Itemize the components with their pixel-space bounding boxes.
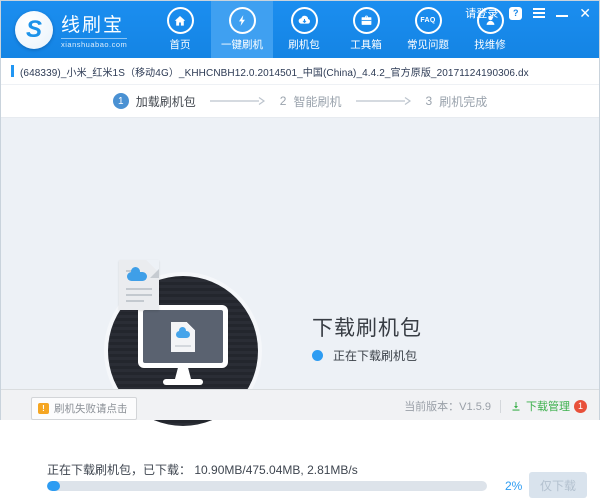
status-row: 正在下载刷机包 bbox=[312, 347, 417, 364]
page-title: 下载刷机包 bbox=[312, 312, 422, 342]
login-link[interactable]: 请登录 bbox=[465, 5, 498, 21]
toolbox-icon bbox=[353, 7, 380, 34]
download-only-button[interactable]: 仅下载 bbox=[529, 472, 587, 498]
footer-right: 当前版本：V1.5.9 下载管理 1 bbox=[404, 398, 587, 414]
step-flash-complete: 3 刷机完成 bbox=[426, 93, 488, 110]
footer: ! 刷机失败请点击 当前版本：V1.5.9 下载管理 1 bbox=[1, 389, 599, 420]
progress-fill bbox=[47, 481, 60, 491]
logo-icon: S bbox=[15, 11, 53, 49]
app-name: 线刷宝 bbox=[61, 10, 127, 37]
app-domain: xianshuabao.com bbox=[61, 38, 127, 49]
step-indicator: 1 加载刷机包 2 智能刷机 3 刷机完成 bbox=[1, 85, 599, 118]
flash-failed-label: 刷机失败请点击 bbox=[54, 401, 128, 416]
app-logo: S 线刷宝 xianshuabao.com bbox=[15, 10, 127, 49]
nav-item-rom-packages[interactable]: 刷机包 bbox=[273, 1, 335, 58]
warning-icon: ! bbox=[38, 403, 49, 414]
help-icon[interactable]: ? bbox=[509, 7, 522, 20]
divider bbox=[500, 400, 501, 413]
rom-document-icon bbox=[119, 260, 159, 310]
step-load-package: 1 加载刷机包 bbox=[113, 93, 196, 110]
step-arrow-icon bbox=[209, 96, 267, 106]
flash-failed-button[interactable]: ! 刷机失败请点击 bbox=[31, 397, 137, 420]
home-icon bbox=[167, 7, 194, 34]
close-icon[interactable]: ✕ bbox=[579, 6, 591, 20]
download-manager-button[interactable]: 下载管理 1 bbox=[510, 398, 587, 414]
monitor-icon bbox=[138, 305, 228, 385]
status-text: 正在下载刷机包 bbox=[333, 347, 417, 364]
nav-item-one-key-flash[interactable]: 一键刷机 bbox=[211, 1, 273, 58]
progress-label: 正在下载刷机包，已下载： 10.90MB/475.04MB, 2.81MB/s bbox=[47, 461, 358, 478]
minimize-icon[interactable] bbox=[556, 15, 568, 17]
nav-item-faq[interactable]: FAQ 常见问题 bbox=[397, 1, 459, 58]
nav-item-home[interactable]: 首页 bbox=[149, 1, 211, 58]
path-accent-bar bbox=[11, 65, 14, 77]
nav-item-toolbox[interactable]: 工具箱 bbox=[335, 1, 397, 58]
step-smart-flash: 2 智能刷机 bbox=[280, 93, 342, 110]
titlebar: 请登录 ? ✕ bbox=[465, 5, 591, 21]
rom-path-bar: (648339)_小米_红米1S（移动4G）_KHHCNBH12.0.20145… bbox=[1, 58, 599, 85]
header: 请登录 ? ✕ S 线刷宝 xianshuabao.com 首页 bbox=[1, 1, 599, 58]
cloud-download-icon bbox=[291, 7, 318, 34]
download-count-badge: 1 bbox=[574, 400, 587, 413]
step-arrow-icon bbox=[355, 96, 413, 106]
version-text: 当前版本：V1.5.9 bbox=[404, 398, 491, 414]
main-content: 下载刷机包 正在下载刷机包 正在下载刷机包，已下载： 10.90MB/475.0… bbox=[1, 118, 599, 389]
rom-file-icon bbox=[171, 322, 195, 352]
app-window: 请登录 ? ✕ S 线刷宝 xianshuabao.com 首页 bbox=[0, 0, 600, 420]
lightning-icon bbox=[229, 7, 256, 34]
faq-icon: FAQ bbox=[415, 7, 442, 34]
progress-percent: 2% bbox=[505, 479, 522, 493]
rom-file-name: (648339)_小米_红米1S（移动4G）_KHHCNBH12.0.20145… bbox=[20, 64, 529, 79]
step-1-circle: 1 bbox=[113, 93, 129, 109]
progress-bar bbox=[47, 481, 487, 491]
download-icon bbox=[510, 400, 522, 412]
status-dot-icon bbox=[312, 350, 323, 361]
menu-icon[interactable] bbox=[533, 8, 545, 18]
